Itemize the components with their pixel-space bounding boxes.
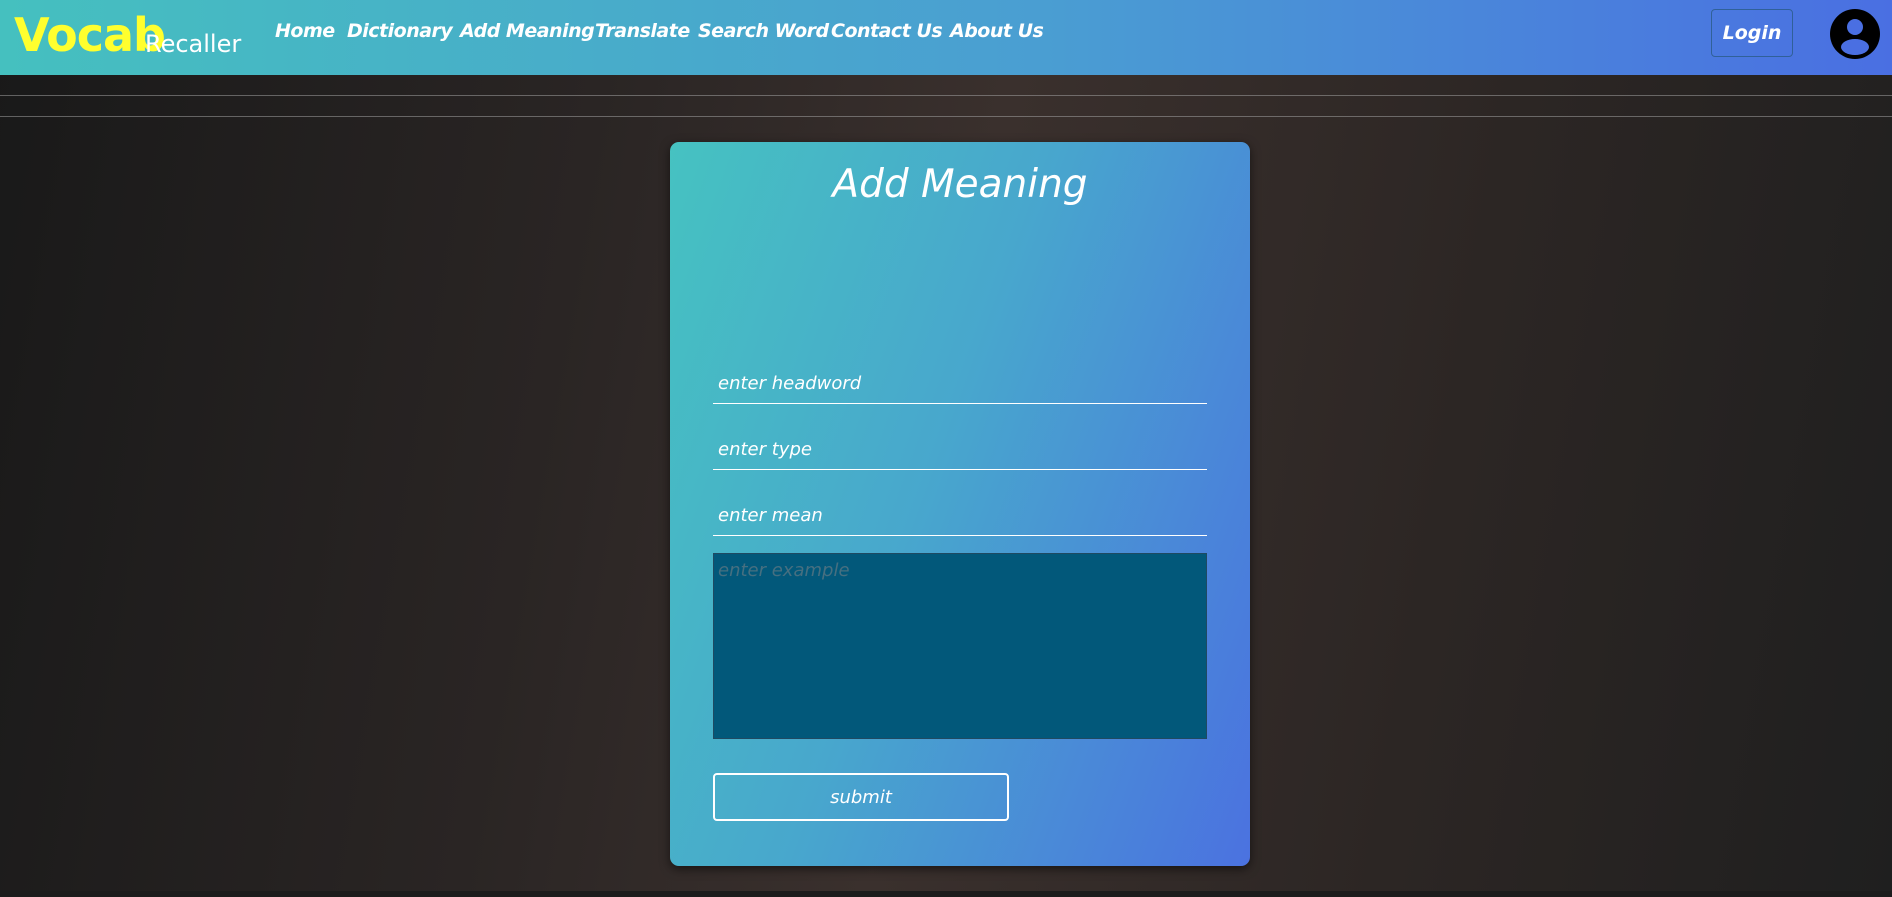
nav-link-about-us[interactable]: About Us bbox=[950, 20, 1044, 42]
example-textarea[interactable] bbox=[713, 553, 1207, 739]
brand-subtitle: Recaller bbox=[145, 30, 242, 58]
nav-link-translate[interactable]: Translate bbox=[595, 20, 690, 42]
submit-button[interactable]: submit bbox=[713, 773, 1009, 821]
type-input[interactable] bbox=[713, 430, 1207, 470]
divider-line bbox=[0, 95, 1892, 96]
nav-link-search-word[interactable]: Search Word bbox=[698, 20, 829, 42]
form-title: Add Meaning bbox=[832, 162, 1088, 207]
footer-strip bbox=[0, 891, 1892, 897]
headword-input[interactable] bbox=[713, 364, 1207, 404]
divider-line bbox=[0, 116, 1892, 117]
nav-link-dictionary[interactable]: Dictionary bbox=[347, 20, 453, 42]
nav-link-home[interactable]: Home bbox=[275, 20, 335, 42]
nav-link-add-meaning[interactable]: Add Meaning bbox=[460, 20, 595, 42]
user-circle-icon[interactable] bbox=[1829, 8, 1881, 60]
brand-title: Vocab bbox=[14, 8, 166, 62]
add-meaning-form: Add Meaning submit bbox=[670, 142, 1250, 866]
login-button[interactable]: Login bbox=[1711, 9, 1793, 57]
navbar: Vocab Recaller Home Dictionary Add Meani… bbox=[0, 0, 1892, 75]
mean-input[interactable] bbox=[713, 496, 1207, 536]
nav-link-contact-us[interactable]: Contact Us bbox=[831, 20, 943, 42]
